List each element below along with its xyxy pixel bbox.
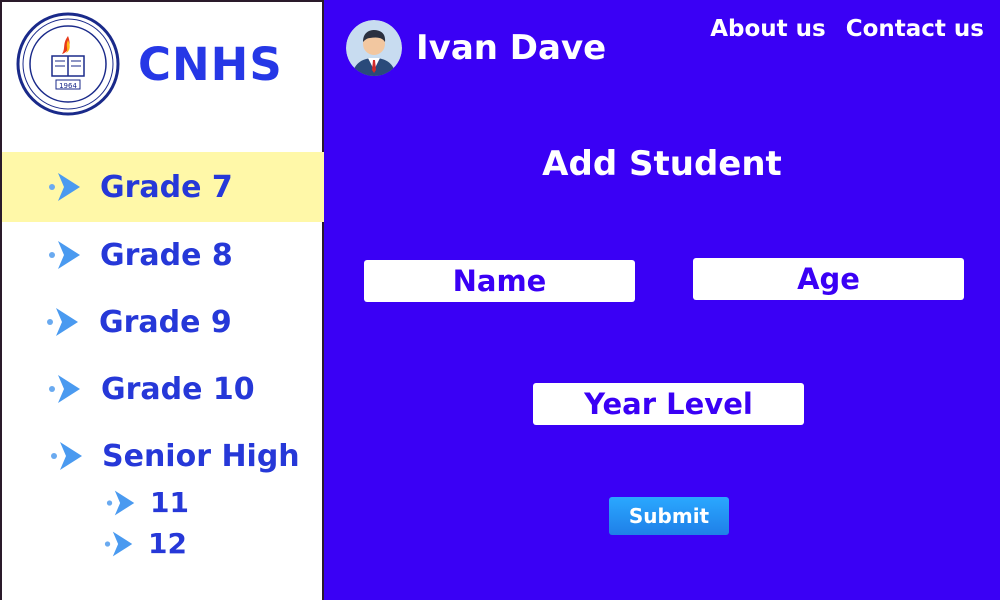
top-nav: About us Contact us bbox=[690, 16, 984, 42]
chevron-arrow-icon bbox=[106, 490, 135, 515]
avatar bbox=[346, 20, 402, 76]
school-seal-logo: 1964 bbox=[16, 12, 120, 116]
chevron-arrow-icon bbox=[104, 531, 133, 556]
year-level-field[interactable] bbox=[533, 383, 804, 425]
brand-name: CNHS bbox=[138, 37, 283, 91]
sidebar-item-label: Grade 9 bbox=[99, 304, 232, 340]
page-title: Add Student bbox=[542, 144, 782, 184]
sidebar-item-grade-9[interactable]: Grade 9 bbox=[2, 287, 324, 357]
age-field[interactable] bbox=[693, 258, 964, 300]
brand: 1964 CNHS bbox=[16, 12, 283, 116]
sidebar-item-label: Grade 10 bbox=[101, 371, 255, 407]
name-field[interactable] bbox=[364, 260, 635, 302]
seal-year: 1964 bbox=[59, 82, 77, 90]
sidebar-item-grade-7[interactable]: Grade 7 bbox=[2, 152, 324, 222]
sidebar-subitem-12[interactable]: 12 bbox=[104, 527, 187, 560]
sidebar-subitem-label: 12 bbox=[148, 527, 187, 560]
sidebar-item-label: Senior High bbox=[102, 438, 300, 474]
submit-button[interactable]: Submit bbox=[609, 497, 729, 535]
chevron-arrow-icon bbox=[51, 442, 82, 470]
chevron-arrow-icon bbox=[49, 241, 80, 269]
chevron-arrow-icon bbox=[47, 308, 78, 336]
sidebar-item-label: Grade 8 bbox=[100, 237, 233, 273]
sidebar-item-senior-high[interactable]: Senior High bbox=[2, 421, 324, 491]
contact-us-link[interactable]: Contact us bbox=[846, 16, 984, 42]
chevron-arrow-icon bbox=[49, 375, 80, 403]
sidebar: 1964 CNHS Grade 7 Grade 8 Grade 9 Grade … bbox=[0, 0, 324, 600]
sidebar-item-grade-8[interactable]: Grade 8 bbox=[2, 220, 324, 290]
user-name: Ivan Dave bbox=[416, 28, 607, 68]
sidebar-item-label: Grade 7 bbox=[100, 169, 233, 205]
sidebar-subitem-label: 11 bbox=[150, 486, 189, 519]
about-us-link[interactable]: About us bbox=[710, 16, 826, 42]
sidebar-item-grade-10[interactable]: Grade 10 bbox=[2, 354, 324, 424]
chevron-arrow-icon bbox=[49, 173, 80, 201]
main-panel: Ivan Dave About us Contact us Add Studen… bbox=[324, 0, 1000, 600]
sidebar-subitem-11[interactable]: 11 bbox=[106, 486, 189, 519]
user-profile[interactable]: Ivan Dave bbox=[346, 20, 606, 76]
